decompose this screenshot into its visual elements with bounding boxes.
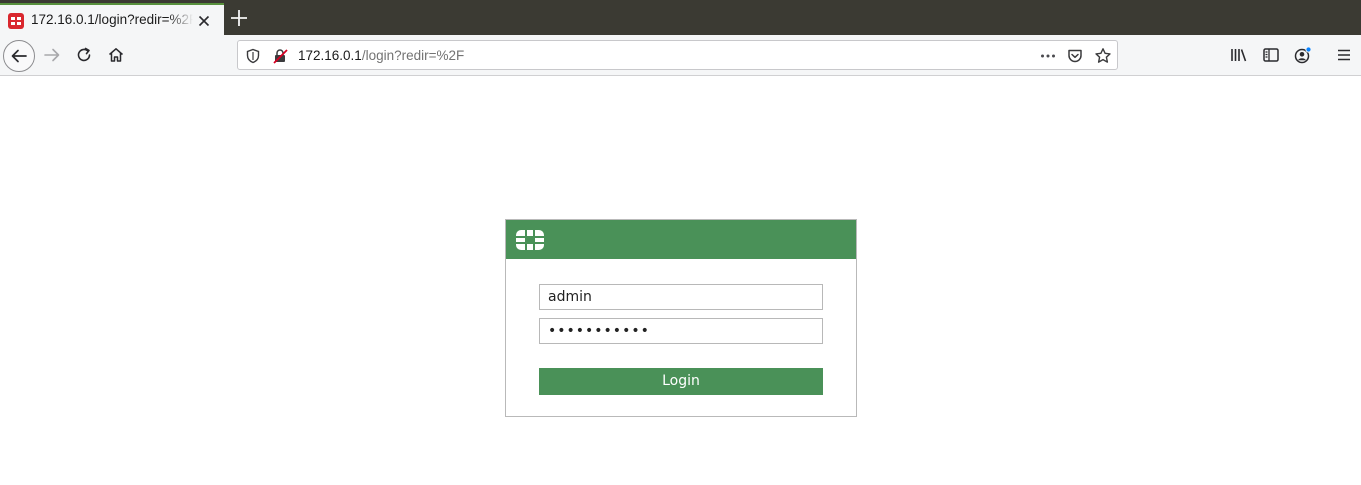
account-icon[interactable] <box>1289 41 1317 69</box>
pocket-icon[interactable] <box>1066 47 1084 65</box>
url-text[interactable]: 172.16.0.1/login?redir=%2F <box>298 48 464 63</box>
shield-icon[interactable] <box>244 47 262 65</box>
fortinet-logo-icon <box>516 230 544 250</box>
nav-toolbar: 172.16.0.1/login?redir=%2F <box>0 35 1361 76</box>
active-tab[interactable]: 172.16.0.1/login?redir=%2F <box>0 3 224 35</box>
tab-title: 172.16.0.1/login?redir=%2F <box>31 12 193 27</box>
username-input[interactable]: admin <box>539 284 823 310</box>
close-icon[interactable] <box>196 13 212 29</box>
login-button[interactable]: Login <box>539 368 823 395</box>
password-input[interactable]: ••••••••••• <box>539 318 823 344</box>
tab-strip: 172.16.0.1/login?redir=%2F <box>0 0 1361 35</box>
menu-icon[interactable] <box>1330 41 1358 69</box>
more-icon[interactable] <box>1039 47 1057 65</box>
forward-icon[interactable] <box>38 41 66 69</box>
url-host: 172.16.0.1 <box>298 48 362 63</box>
bookmark-star-icon[interactable] <box>1094 47 1112 65</box>
home-icon[interactable] <box>102 41 130 69</box>
url-path: /login?redir=%2F <box>361 48 465 63</box>
sidebar-icon[interactable] <box>1257 41 1285 69</box>
new-tab-icon[interactable] <box>228 7 250 29</box>
insecure-lock-icon[interactable] <box>271 47 289 65</box>
reload-icon[interactable] <box>70 41 98 69</box>
url-bar[interactable]: 172.16.0.1/login?redir=%2F <box>237 40 1118 70</box>
login-panel: admin ••••••••••• Login <box>505 219 857 417</box>
back-icon[interactable] <box>3 40 35 72</box>
library-icon[interactable] <box>1225 41 1253 69</box>
fortinet-favicon-icon <box>8 13 24 29</box>
login-header <box>506 220 856 259</box>
